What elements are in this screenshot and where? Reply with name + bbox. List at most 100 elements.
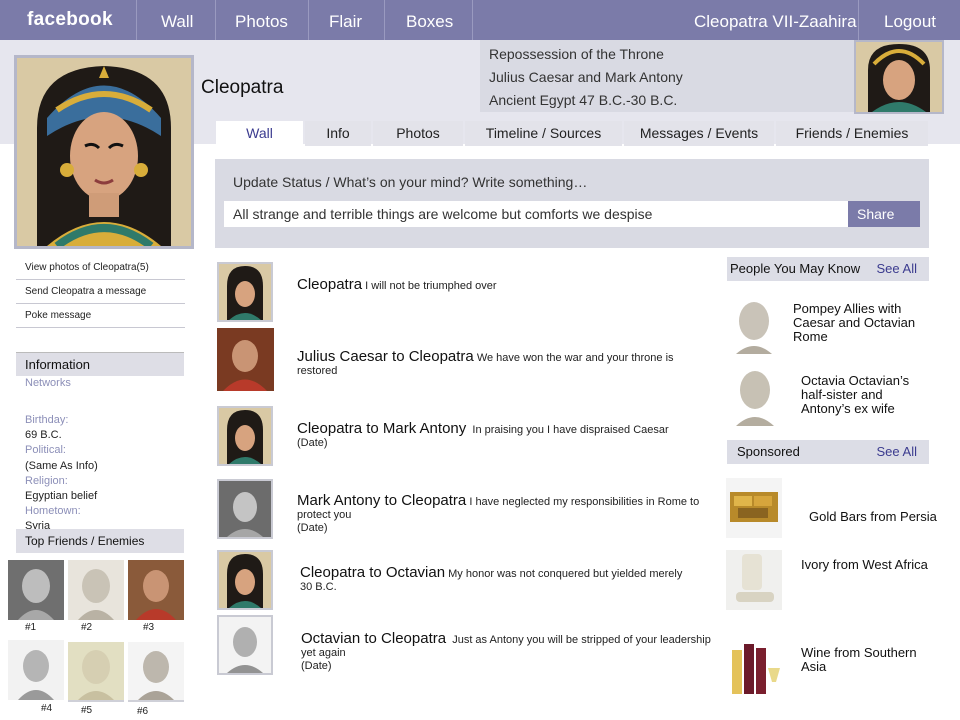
summary-line: Julius Caesar and Mark Antony [489, 69, 683, 85]
post-date: (Date) [297, 437, 328, 449]
ad-image-gold[interactable] [726, 478, 782, 538]
post-body: Mark Antony to Cleopatra I have neglecte… [297, 492, 707, 535]
nav-boxes[interactable]: Boxes [406, 12, 453, 32]
post-avatar[interactable] [217, 328, 274, 391]
tab-wall[interactable]: Wall [216, 121, 303, 146]
nav-divider [136, 0, 137, 40]
people-heading: People You May Know [730, 261, 861, 276]
post-author[interactable]: Cleopatra to Mark Antony [297, 420, 466, 437]
friend-rank: #4 [41, 703, 53, 714]
post-message: My honor was not conquered but yielded m… [448, 568, 683, 580]
status-input[interactable] [224, 201, 848, 227]
share-button[interactable]: Share [848, 201, 920, 227]
sponsored-heading: Sponsored [737, 444, 800, 459]
wall-post: Cleopatra to Mark Antony In praising you… [216, 406, 716, 466]
nav-flair[interactable]: Flair [329, 12, 362, 32]
sponsored-see-all-link[interactable]: See All [877, 440, 917, 464]
post-avatar[interactable] [217, 550, 273, 610]
tab-timeline-sources[interactable]: Timeline / Sources [465, 121, 622, 146]
status-prompt: Update Status / What’s on your mind? Wri… [233, 174, 588, 190]
post-author[interactable]: Mark Antony to Cleopatra [297, 492, 466, 509]
post-author[interactable]: Octavian to Cleopatra [301, 630, 446, 647]
sponsored-header: Sponsored See All [727, 440, 929, 464]
nav-photos[interactable]: Photos [235, 12, 288, 32]
wall-post: Mark Antony to Cleopatra I have neglecte… [216, 479, 716, 539]
top-friends-heading: Top Friends / Enemies [16, 529, 184, 553]
suggested-person-photo[interactable] [726, 364, 784, 426]
post-date: 30 B.C. [300, 581, 337, 593]
facebook-logo[interactable]: facebook [27, 9, 113, 31]
nav-divider [858, 0, 859, 40]
suggested-person-name[interactable]: Octavia Octavian’s half-sister and Anton… [801, 374, 925, 416]
post-body: Cleopatra to Mark Antony In praising you… [297, 420, 707, 450]
ad-title[interactable]: Gold Bars from Persia [809, 510, 939, 524]
post-author[interactable]: Julius Caesar to Cleopatra [297, 348, 474, 365]
political-label: Political: [25, 444, 66, 456]
friend-photo[interactable] [8, 560, 64, 620]
poke-message-link[interactable]: Poke message [16, 304, 185, 328]
nav-divider [215, 0, 216, 40]
wall-post: Julius Caesar to Cleopatra We have won t… [216, 328, 716, 392]
post-avatar[interactable] [217, 406, 273, 466]
friend-rank: #1 [25, 622, 37, 633]
send-message-link[interactable]: Send Cleopatra a message [16, 280, 185, 304]
birthday-label: Birthday: [25, 414, 69, 426]
post-avatar[interactable] [217, 615, 273, 675]
post-avatar[interactable] [217, 262, 273, 322]
friend-rank: #5 [81, 705, 93, 716]
suggested-person-name[interactable]: Pompey Allies with Caesar and Octavian R… [793, 302, 923, 344]
ad-title[interactable]: Ivory from West Africa [801, 558, 931, 572]
wall-post: Octavian to Cleopatra Just as Antony you… [216, 615, 716, 675]
birthday-value: 69 B.C. [25, 429, 62, 441]
profile-name: Cleopatra [201, 77, 284, 98]
user-name-link[interactable]: Cleopatra VII-Zaahira [694, 12, 857, 32]
friend-photo[interactable] [68, 560, 124, 620]
political-value: (Same As Info) [25, 460, 98, 472]
logout-link[interactable]: Logout [884, 12, 936, 32]
friend-photo[interactable] [128, 560, 184, 620]
profile-tabs: Wall Info Photos Timeline / Sources Mess… [216, 121, 928, 146]
post-date: (Date) [297, 522, 328, 534]
friend-rank: #3 [143, 622, 155, 633]
wall-post: Cleopatra to Octavian My honor was not c… [216, 550, 716, 610]
people-see-all-link[interactable]: See All [877, 257, 917, 281]
post-message: In praising you I have dispraised Caesar [472, 424, 669, 436]
profile-actions: View photos of Cleopatra(5) Send Cleopat… [16, 256, 185, 328]
tab-messages-events[interactable]: Messages / Events [624, 121, 774, 146]
friend-photo[interactable] [128, 642, 184, 702]
post-body: Octavian to Cleopatra Just as Antony you… [301, 630, 711, 673]
tab-info[interactable]: Info [305, 121, 371, 146]
post-author[interactable]: Cleopatra [297, 276, 362, 293]
profile-picture[interactable] [14, 55, 194, 249]
ad-image-ivory[interactable] [726, 550, 782, 610]
friend-rank: #2 [81, 622, 93, 633]
religion-value: Egyptian belief [25, 490, 98, 502]
view-photos-link[interactable]: View photos of Cleopatra(5) [16, 256, 185, 280]
profile-thumbnail[interactable] [854, 40, 944, 114]
post-body: Julius Caesar to Cleopatra We have won t… [297, 348, 707, 378]
religion-label: Religion: [25, 475, 68, 487]
hometown-label: Hometown: [25, 505, 81, 517]
friend-photo[interactable] [68, 642, 124, 702]
cleopatra-portrait [17, 58, 191, 246]
ad-title[interactable]: Wine from Southern Asia [801, 646, 925, 674]
status-update-box: Update Status / What’s on your mind? Wri… [215, 159, 929, 248]
information-details: Networks Birthday: 69 B.C. Political: (S… [25, 377, 185, 535]
summary-line: Ancient Egypt 47 B.C.-30 B.C. [489, 92, 678, 108]
wall-post: Cleopatra I will not be triumphed over [216, 262, 716, 322]
nav-wall[interactable]: Wall [161, 12, 193, 32]
post-avatar[interactable] [217, 479, 273, 539]
networks-label[interactable]: Networks [25, 377, 185, 392]
tab-photos[interactable]: Photos [373, 121, 463, 146]
tab-friends-enemies[interactable]: Friends / Enemies [776, 121, 928, 146]
nav-divider [384, 0, 385, 40]
ad-image-wine[interactable] [726, 638, 782, 698]
friend-photo[interactable] [8, 640, 64, 700]
people-you-may-know-header: People You May Know See All [727, 257, 929, 281]
friend-rank: #6 [137, 706, 149, 717]
post-body: Cleopatra I will not be triumphed over [297, 276, 707, 293]
post-author[interactable]: Cleopatra to Octavian [300, 564, 445, 581]
suggested-person-photo[interactable] [726, 294, 782, 354]
top-navigation-bar: facebook Wall Photos Flair Boxes Cleopat… [0, 0, 960, 40]
information-heading: Information [16, 352, 184, 376]
